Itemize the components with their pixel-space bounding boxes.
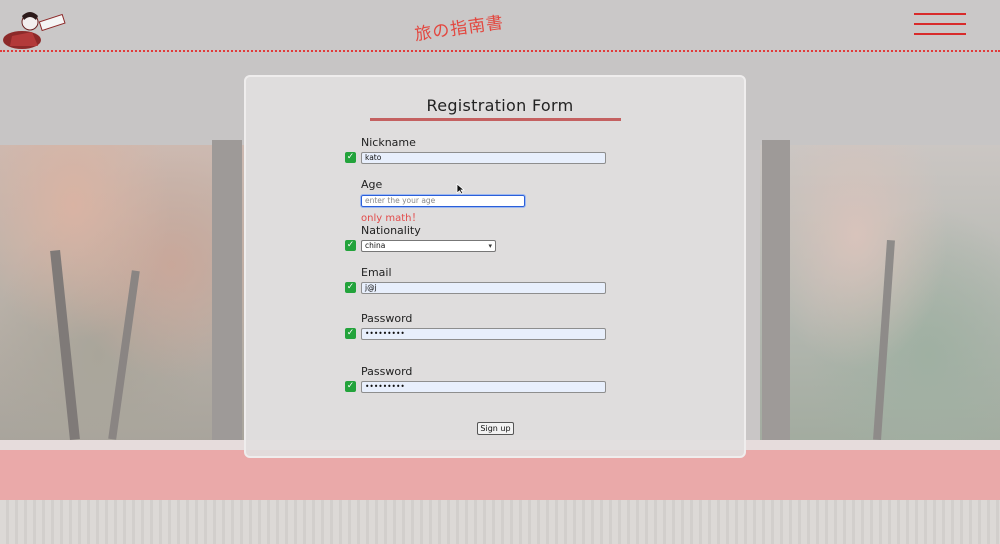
password-confirm-label: Password [361, 365, 413, 378]
password-label: Password [361, 312, 413, 325]
pillar-left [212, 140, 242, 445]
password-confirm-input[interactable]: ••••••••• [361, 381, 606, 393]
pillar-right [762, 140, 790, 445]
check-icon: ✓ [345, 381, 356, 392]
age-label: Age [361, 178, 383, 191]
nickname-label: Nickname [361, 136, 416, 149]
nickname-input[interactable]: kato [361, 152, 606, 164]
mouse-pointer-icon [456, 180, 466, 195]
geisha-logo-icon[interactable] [2, 6, 68, 50]
garden-left [0, 145, 245, 445]
email-label: Email [361, 266, 392, 279]
check-icon: ✓ [345, 152, 356, 163]
menu-bar [914, 23, 966, 25]
menu-bar [914, 33, 966, 35]
site-header: 旅の指南書 [0, 0, 1000, 50]
check-icon: ✓ [345, 328, 356, 339]
tatami-floor [0, 500, 1000, 544]
check-icon: ✓ [345, 282, 356, 293]
nationality-label: Nationality [361, 224, 421, 237]
email-input[interactable]: j@j [361, 282, 606, 294]
form-title: Registration Form [426, 96, 574, 115]
hamburger-menu-icon[interactable] [914, 13, 966, 37]
nationality-select[interactable]: china ▾ [361, 240, 496, 252]
nationality-value: china [365, 241, 386, 250]
site-title[interactable]: 旅の指南書 [413, 8, 505, 45]
age-input[interactable]: enter the your age [360, 194, 526, 208]
check-icon: ✓ [345, 240, 356, 251]
age-error-message: only math！ [361, 213, 422, 224]
registration-form-card [244, 75, 746, 458]
title-underline [370, 118, 621, 121]
password-input[interactable]: ••••••••• [361, 328, 606, 340]
menu-bar [914, 13, 966, 15]
sign-up-button[interactable]: Sign up [477, 422, 514, 435]
chevron-down-icon: ▾ [488, 242, 492, 250]
header-divider [0, 50, 1000, 52]
